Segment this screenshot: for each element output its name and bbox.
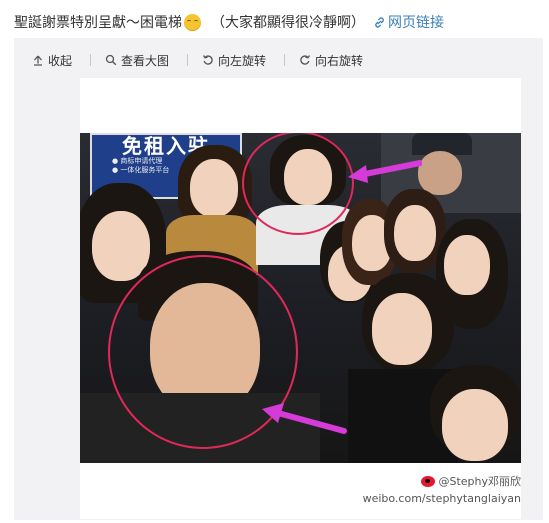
pointer-arrow-icon xyxy=(348,160,422,183)
elevator-selfie-photo[interactable]: 免租入驻 ● 商标申请代理 ● 一体化服务平台 xyxy=(80,133,521,463)
post-note: （大家都顯得很冷靜啊） xyxy=(211,15,365,31)
image-container[interactable]: 免租入驻 ● 商标申请代理 ● 一体化服务平台 @Stephy邓丽欣 weibo… xyxy=(80,78,521,519)
collapse-up-icon xyxy=(34,55,42,66)
image-toolbar: 收起 查看大图 向左旋转 向右旋转 xyxy=(32,50,381,70)
search-icon xyxy=(105,54,117,66)
person-face xyxy=(442,389,508,461)
web-link[interactable]: 网页链接 xyxy=(373,12,444,32)
person-face xyxy=(444,235,490,295)
watermark-user: @Stephy邓丽欣 xyxy=(438,475,521,488)
pointer-arrow-icon xyxy=(262,403,347,434)
toolbar-divider xyxy=(187,54,189,66)
rotate-left-button[interactable]: 向左旋转 xyxy=(202,52,266,69)
person-face xyxy=(418,151,462,195)
rotate-right-icon xyxy=(300,55,311,65)
person-face xyxy=(394,205,436,261)
media-card: 收起 查看大图 向左旋转 向右旋转 免租入驻 ● 商标申请代理 ● 一体化服务平… xyxy=(14,38,543,520)
view-large-button[interactable]: 查看大图 xyxy=(105,52,169,69)
rotate-left-icon xyxy=(202,55,213,65)
rotate-right-button[interactable]: 向右旋转 xyxy=(299,52,363,69)
highlight-circle xyxy=(242,133,354,235)
toolbar-divider xyxy=(90,54,92,66)
watermark-url: weibo.com/stephytanglaiyan xyxy=(362,492,521,505)
person-face xyxy=(372,293,432,365)
photo-watermark: @Stephy邓丽欣 weibo.com/stephytanglaiyan xyxy=(363,474,521,506)
toolbar-divider xyxy=(284,54,286,66)
weibo-logo-icon xyxy=(421,476,436,487)
person-face xyxy=(190,159,238,217)
rotate-right-label: 向右旋转 xyxy=(315,53,364,68)
relieved-face-icon xyxy=(184,13,201,31)
rotate-left-label: 向左旋转 xyxy=(218,53,267,68)
link-icon xyxy=(375,16,384,28)
collapse-button[interactable]: 收起 xyxy=(32,52,72,69)
post-title: 聖誕謝票特別呈獻～困電梯 xyxy=(14,15,182,31)
web-link-label: 网页链接 xyxy=(388,15,444,31)
view-large-label: 查看大图 xyxy=(121,53,170,68)
collapse-label: 收起 xyxy=(48,53,73,68)
post-header: 聖誕謝票特別呈獻～困電梯 （大家都顯得很冷靜啊） 网页链接 xyxy=(14,10,544,34)
